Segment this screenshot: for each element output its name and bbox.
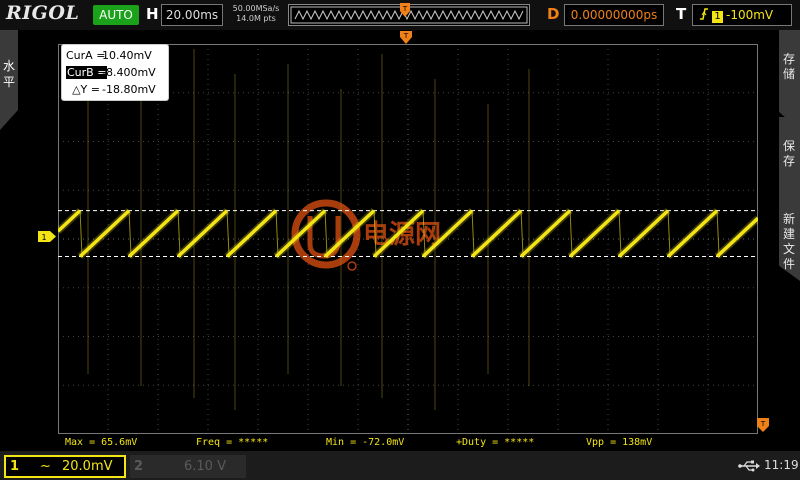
trigger-position-marker[interactable]: T [400,3,410,17]
ch1-falling-edge [324,210,328,257]
waveform-display[interactable]: 电源网 [58,44,758,434]
ch1-ramp-segment [519,209,572,258]
ch1-ramp-segment [78,209,131,258]
ch1-ramp-segment [58,209,82,233]
ch1-ramp-segment [617,209,670,258]
brand-logo: RIGOL [6,2,80,24]
ch2-number: 2 [134,459,144,474]
cursor-readout-panel[interactable]: CurA = 10.40mV CurB = -8.400mV △Y = -18.… [61,44,169,101]
ch1-falling-edge [79,210,83,257]
memory-depth: 14.0M pts [236,14,276,23]
cursor-delta-readout: △Y = -18.80mV [66,81,164,98]
horizontal-menu-label: 水平 [2,59,15,89]
sample-info: 50.00MSa/s 14.0M pts [228,4,284,24]
delay-label: D [547,5,560,23]
cursor-b-value: -8.400mV [102,66,156,79]
timebase-value[interactable]: 20.00ms [161,4,223,26]
ch1-ramp-segment [127,209,180,258]
trigger-level-marker[interactable]: T [757,418,769,432]
ch1-falling-edge [128,210,132,257]
clock: 11:19 [764,458,799,472]
measure-vpp[interactable]: Vpp = 138mV [586,437,652,448]
trigger-source: 1 [712,11,723,23]
right-menu-storage-label: 存储 [782,52,795,81]
right-menu-new-file[interactable]: 新建文件 [779,196,800,281]
trigger-time-marker[interactable]: T [400,31,412,44]
right-menu-new-file-label: 新建文件 [782,212,795,271]
top-status-bar: RIGOL AUTO H 20.00ms 50.00MSa/s 14.0M pt… [0,0,800,30]
ch1-falling-edge [569,210,573,257]
ch1-coupling: ~ [40,459,51,474]
ch1-falling-edge [177,210,181,257]
ch1-falling-edge [618,210,622,257]
svg-text:T: T [403,32,409,40]
measure-freq[interactable]: Freq = ***** [196,437,268,448]
ch1-scale: 20.0mV [62,459,113,474]
trigger-label: T [676,5,687,23]
trigger-settings[interactable]: 1 -100mV [692,4,792,26]
sample-rate: 50.00MSa/s [232,4,280,13]
ch1-ramp-segment [470,209,523,258]
right-menu-save-label: 保存 [782,139,795,168]
measure-max[interactable]: Max = 65.6mV [65,437,137,448]
run-mode-badge[interactable]: AUTO [93,5,139,25]
ch1-ramp-segment [225,209,278,258]
rising-edge-icon [700,8,708,20]
channel-status-bar: 1 ~ 20.0mV 2 6.10 V 11:19 [0,451,800,480]
horizontal-label: H [146,5,159,23]
horizontal-menu-tab[interactable]: 水平 [0,30,18,130]
ch1-status-tab[interactable]: 1 ~ 20.0mV [4,455,126,478]
svg-text:T: T [402,5,408,13]
cursor-a-readout: CurA = 10.40mV [66,47,164,64]
cursor-b-readout[interactable]: CurB = -8.400mV [66,64,164,81]
cursor-a-label: CurA = [66,49,106,62]
ch1-ramp-segment [715,216,758,258]
measure-duty[interactable]: +Duty = ***** [456,437,534,448]
ch2-status-tab[interactable]: 2 6.10 V [130,455,246,478]
ch1-ramp-segment [176,209,229,258]
ch1-ramp-segment [568,209,621,258]
ch1-ramp-segment [666,209,719,258]
ch2-scale: 6.10 V [184,459,226,474]
usb-icon [738,460,760,472]
ch1-falling-edge [667,210,671,257]
ch1-number: 1 [10,459,20,474]
delay-value[interactable]: 0.00000000ps [564,4,664,26]
cursor-delta-value: -18.80mV [102,83,156,96]
right-menu-storage[interactable]: 存储 [779,30,800,130]
ch1-marker-label: 1 [41,233,46,242]
trigger-level: -100mV [726,8,774,22]
ch1-offset-marker[interactable]: 1 [38,231,56,242]
cursor-delta-label: △Y = [72,83,100,96]
measure-min[interactable]: Min = -72.0mV [326,437,404,448]
ch1-falling-edge [226,210,230,257]
ch1-falling-edge [716,210,720,257]
measurement-bar: Max = 65.6mV Freq = ***** Min = -72.0mV … [0,435,800,451]
ch1-falling-edge [520,210,524,257]
ch1-falling-edge [471,210,475,257]
svg-text:T: T [760,420,766,428]
cursor-a-value: 10.40mV [102,49,152,62]
ch1-falling-edge [275,210,279,257]
